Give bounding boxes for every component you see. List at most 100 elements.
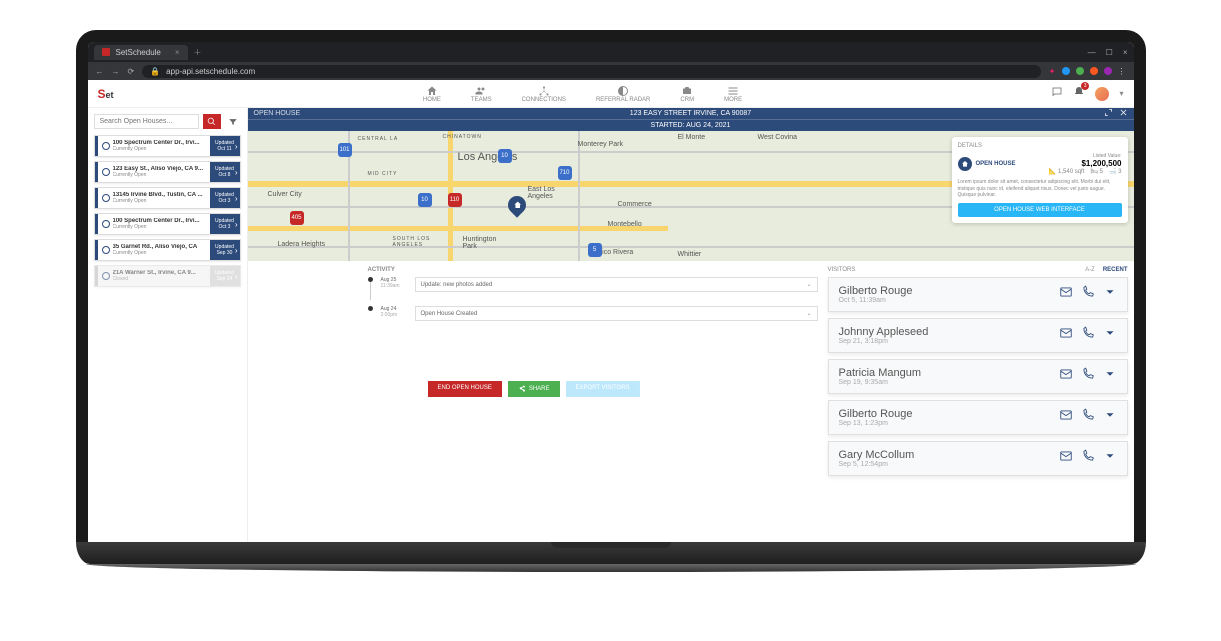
listing-card[interactable]: 100 Spectrum Center Dr., Irvi...Currentl… <box>94 135 241 157</box>
visitor-time: Sep 13, 1:23pm <box>839 420 1059 427</box>
search-input[interactable] <box>94 114 199 129</box>
bell-icon[interactable] <box>1073 85 1085 103</box>
chevron-down-icon[interactable] <box>1103 367 1117 386</box>
updated-chip[interactable]: UpdatedSep 24› <box>210 266 240 286</box>
activity-desc[interactable]: Update: new photos added⌄ <box>415 277 818 292</box>
listing-card[interactable]: 35 Garnet Rd., Aliso Viejo, CACurrently … <box>94 239 241 261</box>
email-icon[interactable] <box>1059 326 1073 345</box>
updated-chip[interactable]: UpdatedOct 11› <box>210 136 240 156</box>
nav-connections[interactable]: CONNECTIONS <box>522 85 566 103</box>
logo[interactable]: Set <box>98 87 114 101</box>
nav-referral-radar[interactable]: REFERRAL RADAR <box>596 85 650 103</box>
close-panel-icon[interactable] <box>1119 108 1128 119</box>
home-icon <box>958 157 972 171</box>
nav-teams[interactable]: TEAMS <box>471 85 492 103</box>
email-icon[interactable] <box>1059 367 1073 386</box>
visitor-card[interactable]: Gilberto RougeOct 5, 11:39am <box>828 277 1128 312</box>
route-shield: 5 <box>588 243 602 257</box>
lower-panel: ACTIVITY Aug 2511:39amUpdate: new photos… <box>248 261 1134 542</box>
nav-more[interactable]: MORE <box>724 85 742 103</box>
email-icon[interactable] <box>1059 449 1073 468</box>
activity-desc[interactable]: Open House Created⌄ <box>415 306 818 321</box>
updated-chip[interactable]: UpdatedOct 3› <box>210 188 240 208</box>
sort-az[interactable]: A-Z <box>1085 267 1095 273</box>
open-house-chip: OPEN HOUSE <box>958 157 1016 171</box>
visitor-card[interactable]: Gary McCollumSep 5, 12:54pm <box>828 441 1128 476</box>
email-icon[interactable] <box>1059 408 1073 427</box>
new-tab-button[interactable]: ＋ <box>194 47 202 58</box>
chevron-down-icon[interactable] <box>1103 326 1117 345</box>
connections-icon <box>538 85 550 97</box>
ext-icon[interactable]: ✦ <box>1049 67 1056 76</box>
map[interactable]: Los Angeles East Los Angeles Monterey Pa… <box>248 131 1134 261</box>
chevron-down-icon[interactable] <box>1103 285 1117 304</box>
ext-icon[interactable] <box>1062 67 1070 75</box>
ext-icon[interactable] <box>1090 67 1098 75</box>
phone-icon[interactable] <box>1081 408 1095 427</box>
reload-icon[interactable]: ⟳ <box>128 67 135 76</box>
visitor-card[interactable]: Patricia MangumSep 19, 9:35am <box>828 359 1128 394</box>
back-icon[interactable]: ← <box>96 67 104 76</box>
map-city-label: Whittier <box>678 251 702 258</box>
map-district-label: MID CITY <box>368 171 398 177</box>
browser-tab[interactable]: SetSchedule × <box>94 45 188 60</box>
content: 100 Spectrum Center Dr., Irvi...Currentl… <box>88 108 1134 542</box>
visitor-card[interactable]: Gilberto RougeSep 13, 1:23pm <box>828 400 1128 435</box>
avatar-chevron-icon[interactable]: ▾ <box>1119 89 1123 98</box>
maximize-icon[interactable]: ☐ <box>1106 48 1113 57</box>
listing-card[interactable]: 21A Warner St., Irvine, CA 9...ClosedUpd… <box>94 265 241 287</box>
forward-icon[interactable]: → <box>112 67 120 76</box>
share-button[interactable]: SHARE <box>508 381 560 397</box>
open-house-web-button[interactable]: OPEN HOUSE WEB INTERFACE <box>958 203 1122 217</box>
updated-chip[interactable]: UpdatedSep 30› <box>210 240 240 260</box>
filter-button[interactable] <box>225 114 241 129</box>
property-specs: 📐 1,540 sqft 🛏 5 🛁 3 <box>1049 168 1122 175</box>
updated-chip[interactable]: UpdatedOct 8› <box>210 162 240 182</box>
phone-icon[interactable] <box>1081 285 1095 304</box>
message-icon[interactable] <box>1051 85 1063 103</box>
updated-chip[interactable]: UpdatedOct 3› <box>210 214 240 234</box>
map-city-label: Montebello <box>608 221 642 228</box>
sort-recent[interactable]: RECENT <box>1103 267 1128 273</box>
export-visitors-button[interactable]: EXPORT VISITORS <box>566 381 640 397</box>
end-open-house-button[interactable]: END OPEN HOUSE <box>428 381 502 397</box>
status-ring-icon <box>102 194 110 202</box>
titlebar: OPEN HOUSE 123 EASY STREET IRVINE, CA 90… <box>248 108 1134 119</box>
chevron-down-icon[interactable] <box>1103 449 1117 468</box>
laptop-foot <box>86 564 1136 572</box>
search-button[interactable] <box>203 114 221 129</box>
laptop-base <box>76 542 1146 564</box>
listing-card[interactable]: 100 Spectrum Center Dr., Irvi...Currentl… <box>94 213 241 235</box>
phone-icon[interactable] <box>1081 449 1095 468</box>
browser-urlbar: ← → ⟳ 🔒 app-api.setschedule.com ✦ ⋮ <box>88 62 1134 80</box>
expand-icon[interactable] <box>1104 108 1113 119</box>
minimize-icon[interactable]: — <box>1088 48 1096 57</box>
status-ring-icon <box>102 142 110 150</box>
map-city-label: Ladera Heights <box>278 241 325 248</box>
visitor-name: Gary McCollum <box>839 449 1059 461</box>
map-city-label: Culver City <box>268 191 302 198</box>
titlebar-address: 123 EASY STREET IRVINE, CA 90087 <box>630 110 751 117</box>
chevron-down-icon[interactable] <box>1103 408 1117 427</box>
map-city-label: East Los Angeles <box>528 186 555 200</box>
email-icon[interactable] <box>1059 285 1073 304</box>
main-nav: HOME TEAMS CONNECTIONS REFERRAL RADAR CR… <box>423 85 742 103</box>
listing-card[interactable]: 123 Easy St., Aliso Viejo, CA 9...Curren… <box>94 161 241 183</box>
visitor-card[interactable]: Johnny AppleseedSep 21, 3:18pm <box>828 318 1128 353</box>
ext-icon[interactable] <box>1104 67 1112 75</box>
tab-close-icon[interactable]: × <box>175 48 180 57</box>
nav-home[interactable]: HOME <box>423 85 441 103</box>
visitor-name: Johnny Appleseed <box>839 326 1059 338</box>
route-shield: 10 <box>418 193 432 207</box>
listing-card[interactable]: 13145 Irvine Blvd., Tustin, CA ...Curren… <box>94 187 241 209</box>
visitor-name: Gilberto Rouge <box>839 408 1059 420</box>
menu-icon[interactable]: ⋮ <box>1118 67 1126 76</box>
nav-crm[interactable]: CRM <box>680 85 694 103</box>
close-icon[interactable]: × <box>1123 48 1128 57</box>
phone-icon[interactable] <box>1081 367 1095 386</box>
phone-icon[interactable] <box>1081 326 1095 345</box>
listing-status: Currently Open <box>113 146 200 152</box>
avatar[interactable] <box>1095 87 1109 101</box>
ext-icon[interactable] <box>1076 67 1084 75</box>
address-bar[interactable]: 🔒 app-api.setschedule.com <box>142 65 1041 78</box>
